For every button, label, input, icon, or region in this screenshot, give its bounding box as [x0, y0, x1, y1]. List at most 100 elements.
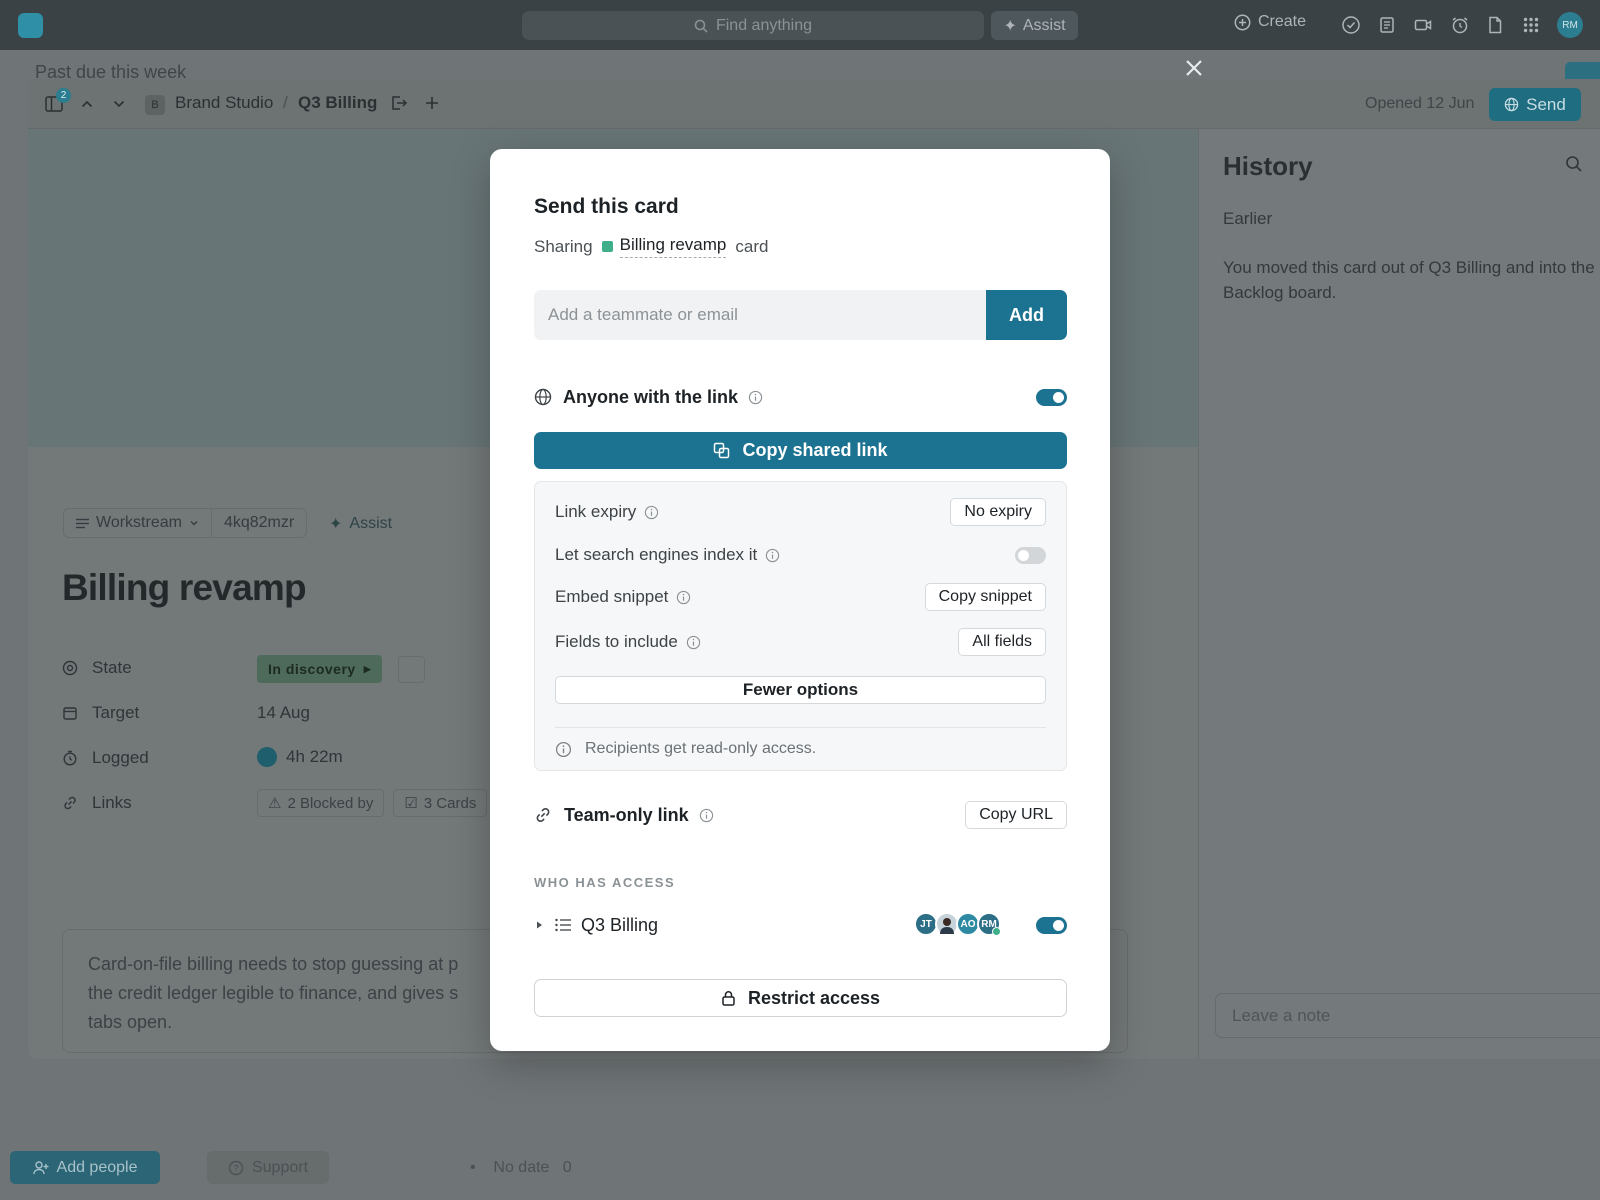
- breadcrumb-workspace[interactable]: Brand Studio: [175, 93, 273, 113]
- support-label: Support: [251, 1158, 309, 1176]
- history-title: History: [1223, 151, 1313, 181]
- caret-right-icon[interactable]: [534, 920, 544, 930]
- info-icon: [555, 741, 572, 757]
- cards-chip[interactable]: ☑ 3 Cards: [393, 789, 488, 817]
- check-circle-icon[interactable]: [1341, 15, 1361, 35]
- history-group-label: Earlier: [1223, 209, 1273, 228]
- copy-snippet-button[interactable]: Copy snippet: [924, 583, 1046, 611]
- breadcrumb-board[interactable]: Q3 Billing: [298, 93, 377, 113]
- copy-shared-link-label: Copy shared link: [742, 440, 888, 460]
- search-icon[interactable]: [1565, 155, 1583, 173]
- public-link-toggle[interactable]: [1036, 388, 1067, 406]
- link-icon: [536, 808, 550, 822]
- restrict-access-label: Restrict access: [747, 987, 881, 1008]
- add-user-icon: [32, 1160, 49, 1174]
- close-icon[interactable]: [1182, 56, 1206, 80]
- target-icon: [62, 660, 78, 676]
- access-row: Q3 Billing JT AO RM: [534, 912, 1067, 938]
- target-label: Target: [92, 703, 140, 722]
- link-expiry-select[interactable]: No expiry: [950, 498, 1046, 526]
- avatar: RM: [977, 912, 1001, 936]
- logged-label: Logged: [92, 748, 149, 767]
- add-people-button[interactable]: Add people: [10, 1151, 160, 1184]
- no-date-count: 0: [562, 1159, 572, 1176]
- chevron-up-icon[interactable]: [79, 96, 95, 112]
- blocked-by-chip[interactable]: ⚠ 2 Blocked by: [257, 789, 385, 817]
- dot-icon: •: [470, 1159, 476, 1176]
- card-color-icon: [601, 241, 613, 252]
- fewer-options-button[interactable]: Fewer options: [555, 676, 1046, 704]
- assist-button[interactable]: ✦ Assist: [991, 11, 1078, 40]
- card-id[interactable]: 4kq82mzr: [224, 514, 294, 532]
- info-icon[interactable]: [748, 390, 763, 405]
- logged-value: 4h 22m: [257, 747, 343, 767]
- play-timer-icon[interactable]: [257, 747, 277, 767]
- property-target: Target: [62, 703, 139, 723]
- apps-grid-icon[interactable]: [1521, 15, 1541, 35]
- globe-icon: [1504, 97, 1519, 112]
- shared-card-name[interactable]: Billing revamp: [619, 235, 727, 258]
- readonly-note: Recipients get read-only access.: [555, 740, 816, 758]
- state-value: In discovery ▶: [257, 655, 426, 683]
- info-icon[interactable]: [765, 548, 780, 563]
- state-complete-checkbox[interactable]: [398, 655, 426, 683]
- note-input[interactable]: Leave a note: [1215, 993, 1600, 1038]
- info-icon[interactable]: [644, 505, 659, 520]
- search-index-toggle[interactable]: [1015, 546, 1046, 564]
- links-value: ⚠ 2 Blocked by ☑ 3 Cards: [257, 789, 488, 817]
- state-chip-text: In discovery: [268, 661, 356, 677]
- timer-icon: [63, 750, 77, 766]
- list-icon: [555, 918, 571, 932]
- card-assist-button[interactable]: ✦ Assist: [329, 514, 392, 534]
- no-date-indicator: • No date 0: [470, 1159, 572, 1177]
- panel-count-badge: 2: [56, 88, 71, 103]
- create-button[interactable]: Create: [1234, 13, 1306, 31]
- team-link-label: Team-only link: [564, 804, 689, 825]
- chevron-down-icon[interactable]: [111, 96, 127, 112]
- checkbox-icon: ☑: [404, 795, 418, 812]
- video-icon[interactable]: [1413, 15, 1433, 35]
- alarm-clock-icon[interactable]: [1450, 15, 1470, 35]
- chevron-down-icon: [190, 521, 198, 526]
- info-icon[interactable]: [676, 590, 691, 605]
- access-toggle[interactable]: [1036, 916, 1067, 934]
- restrict-access-button[interactable]: Restrict access: [534, 979, 1067, 1017]
- state-label: State: [92, 658, 132, 677]
- card-assist-label: Assist: [349, 515, 393, 532]
- access-avatars[interactable]: JT AO RM: [914, 912, 1001, 936]
- search-index-row: Let search engines index it: [555, 540, 1046, 570]
- link-expiry-row: Link expiry No expiry: [555, 497, 1046, 527]
- logged-time: 4h 22m: [286, 747, 343, 766]
- target-value[interactable]: 14 Aug: [257, 703, 310, 723]
- link-options-panel: Link expiry No expiry Let search engines…: [534, 481, 1067, 771]
- file-icon[interactable]: [1485, 15, 1505, 35]
- move-out-icon[interactable]: [390, 94, 408, 112]
- embed-snippet-row: Embed snippet Copy snippet: [555, 582, 1046, 612]
- copy-icon: [714, 442, 730, 459]
- plus-icon[interactable]: [423, 94, 441, 112]
- document-list-icon[interactable]: [1377, 15, 1397, 35]
- add-people-label: Add people: [56, 1158, 138, 1176]
- history-panel: History Earlier You moved this card out …: [1198, 129, 1600, 1059]
- info-icon[interactable]: [686, 635, 701, 650]
- copy-shared-link-button[interactable]: Copy shared link: [534, 432, 1067, 469]
- app-logo-icon[interactable]: [18, 13, 43, 38]
- card-title[interactable]: Billing revamp: [62, 567, 307, 609]
- invite-input[interactable]: [534, 290, 986, 340]
- support-button[interactable]: ? Support: [207, 1151, 329, 1184]
- send-button[interactable]: Send: [1489, 88, 1581, 121]
- user-avatar[interactable]: RM: [1557, 12, 1583, 38]
- readonly-note-text: Recipients get read-only access.: [585, 740, 817, 757]
- breadcrumb-separator: /: [283, 93, 288, 112]
- global-search[interactable]: Find anything: [522, 11, 984, 40]
- info-icon[interactable]: [699, 808, 714, 823]
- copy-url-button[interactable]: Copy URL: [965, 801, 1067, 829]
- state-chip[interactable]: In discovery ▶: [257, 655, 383, 683]
- svg-text:?: ?: [233, 1163, 238, 1173]
- workstream-label: Workstream: [96, 514, 182, 531]
- calendar-icon: [63, 707, 77, 720]
- workstream-chip[interactable]: Workstream 4kq82mzr: [63, 508, 308, 538]
- fields-select[interactable]: All fields: [958, 628, 1046, 656]
- sharing-suffix: card: [735, 236, 769, 256]
- add-button[interactable]: Add: [986, 290, 1067, 340]
